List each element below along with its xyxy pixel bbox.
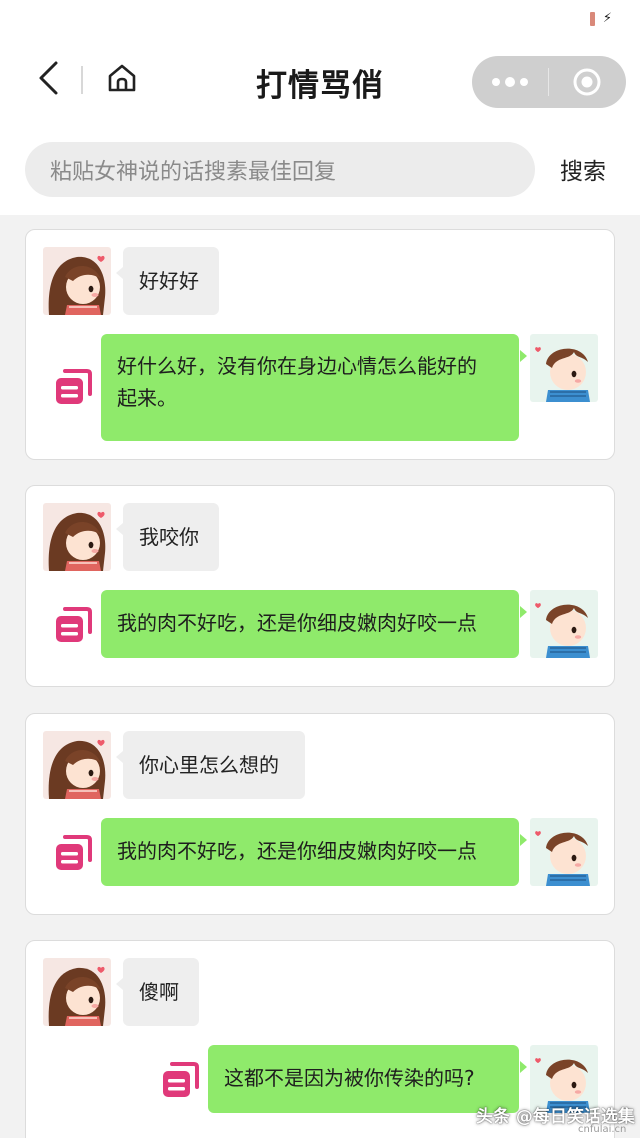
bubble-tail	[520, 606, 527, 618]
page-title: 打情骂俏	[256, 68, 384, 104]
close-button[interactable]	[549, 56, 625, 108]
home-button[interactable]	[102, 58, 142, 98]
girl-avatar	[43, 247, 111, 315]
charging-icon: ⚡	[602, 11, 612, 26]
bubble-tail	[520, 1061, 527, 1073]
copy-icon[interactable]	[53, 833, 93, 873]
conversation-card: 好好好 好什么好，没有你在身边心情怎么能好的 起来。	[25, 229, 615, 460]
home-icon	[108, 64, 136, 92]
girl-avatar	[43, 958, 111, 1026]
reply-bubble: 这都不是因为被你传染的吗?	[208, 1045, 519, 1113]
top-header: ⚡ 打情骂俏 粘贴女神说的话搜素最佳回复 搜索	[0, 0, 640, 215]
girl-avatar	[43, 503, 111, 571]
reply-line: 好什么好，没有你在身边心情怎么能好的	[117, 354, 477, 378]
nav-divider	[81, 66, 83, 94]
status-bar: ⚡	[589, 11, 612, 26]
bubble-tail	[116, 978, 123, 990]
target-close-icon	[573, 68, 601, 96]
reply-bubble: 好什么好，没有你在身边心情怎么能好的 起来。	[101, 334, 519, 441]
reply-line: 起来。	[117, 386, 177, 410]
her-message-bubble: 傻啊	[123, 958, 199, 1026]
her-message-bubble: 你心里怎么想的	[123, 731, 305, 799]
back-button[interactable]	[28, 58, 68, 98]
boy-avatar	[530, 818, 598, 886]
girl-avatar	[43, 731, 111, 799]
search-button[interactable]: 搜索	[560, 152, 606, 186]
bubble-tail	[520, 350, 527, 362]
app-page: ⚡ 打情骂俏 粘贴女神说的话搜素最佳回复 搜索 好好好 好什么好，没有你在身边心…	[0, 0, 640, 1138]
her-message-bubble: 好好好	[123, 247, 219, 315]
chevron-left-icon	[39, 61, 58, 95]
reply-bubble: 我的肉不好吃，还是你细皮嫩肉好咬一点	[101, 818, 519, 886]
battery-icon	[589, 12, 595, 26]
bubble-tail	[116, 267, 123, 279]
boy-avatar	[530, 334, 598, 402]
her-message-bubble: 我咬你	[123, 503, 219, 571]
boy-avatar	[530, 590, 598, 658]
bubble-tail	[520, 834, 527, 846]
reply-bubble: 我的肉不好吃，还是你细皮嫩肉好咬一点	[101, 590, 519, 658]
mini-program-capsule	[472, 56, 626, 108]
conversation-card: 你心里怎么想的 我的肉不好吃，还是你细皮嫩肉好咬一点	[25, 713, 615, 915]
copy-icon[interactable]	[160, 1060, 200, 1100]
watermark-domain: cnfulai.cn	[578, 1124, 627, 1135]
copy-icon[interactable]	[53, 367, 93, 407]
conversation-card: 我咬你 我的肉不好吃，还是你细皮嫩肉好咬一点	[25, 485, 615, 687]
search-placeholder: 粘贴女神说的话搜素最佳回复	[50, 159, 337, 185]
more-dots-icon	[492, 78, 500, 86]
more-button[interactable]	[472, 56, 548, 108]
search-input[interactable]: 粘贴女神说的话搜素最佳回复	[25, 142, 535, 197]
bubble-tail	[116, 523, 123, 535]
copy-icon[interactable]	[53, 605, 93, 645]
bubble-tail	[116, 751, 123, 763]
